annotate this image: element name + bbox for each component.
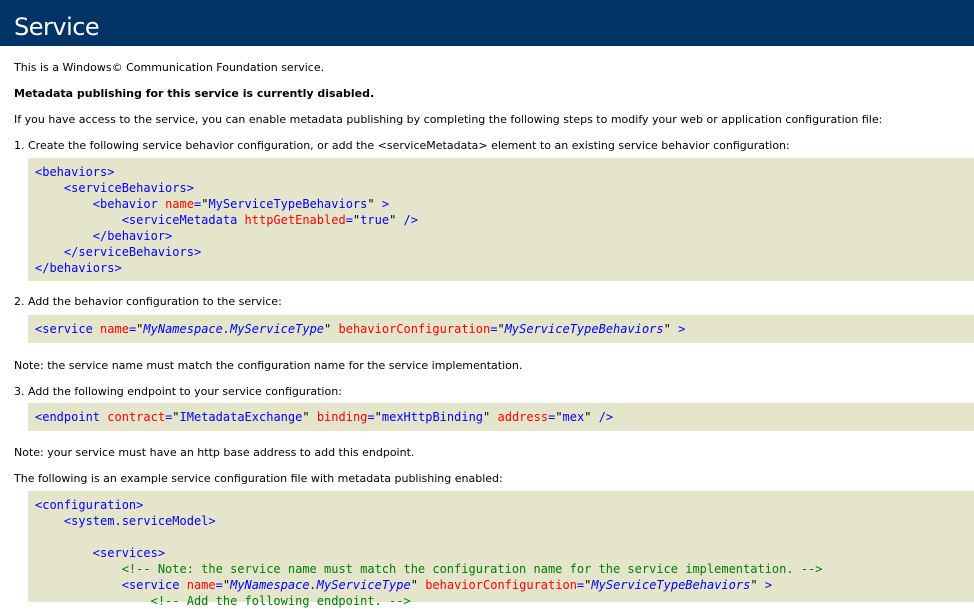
code-line: <service name="MyNamespace.MyServiceType… <box>35 322 686 336</box>
code-line: <system.serviceModel> <box>63 514 216 528</box>
metadata-disabled-text: Metadata publishing for this service is … <box>14 87 375 100</box>
intro-text: This is a Windows© Communication Foundat… <box>14 61 325 74</box>
code-line: <!-- Note: the service name must match t… <box>121 562 823 576</box>
code-line: <serviceBehaviors> <box>63 181 194 195</box>
code-line: <behavior name="MyServiceTypeBehaviors" … <box>92 197 390 211</box>
code-line: <!-- Add the following endpoint. --> <box>150 594 411 608</box>
code-block-example-config: <configuration> <system.serviceModel> <s… <box>28 491 974 608</box>
code-line: <service name="MyNamespace.MyServiceType… <box>121 578 773 592</box>
code-block-service: <service name="MyNamespace.MyServiceType… <box>28 315 974 343</box>
page-header: Service <box>0 0 974 46</box>
code-block-endpoint: <endpoint contract="IMetadataExchange" b… <box>28 403 974 431</box>
step3-text: 3. Add the following endpoint to your se… <box>14 385 342 398</box>
code-line: </behavior> <box>92 229 173 243</box>
code-line: <serviceMetadata httpGetEnabled="true" /… <box>121 213 418 227</box>
code-line: <configuration> <box>35 498 144 512</box>
instructions-text: If you have access to the service, you c… <box>14 113 883 126</box>
example-text: The following is an example service conf… <box>14 472 503 485</box>
code-line: </behaviors> <box>35 261 122 275</box>
code-line: <services> <box>92 546 166 560</box>
code-block-behaviors: <behaviors> <serviceBehaviors> <behavior… <box>28 158 974 281</box>
note-service-name: Note: the service name must match the co… <box>14 359 523 372</box>
note-http-base-address: Note: your service must have an http bas… <box>14 446 415 459</box>
code-line: <endpoint contract="IMetadataExchange" b… <box>35 410 614 424</box>
step2-text: 2. Add the behavior configuration to the… <box>14 295 282 308</box>
code-line: <behaviors> <box>35 165 115 179</box>
page-title: Service <box>14 13 100 41</box>
step1-text: 1. Create the following service behavior… <box>14 139 790 152</box>
code-line: </serviceBehaviors> <box>63 245 202 259</box>
